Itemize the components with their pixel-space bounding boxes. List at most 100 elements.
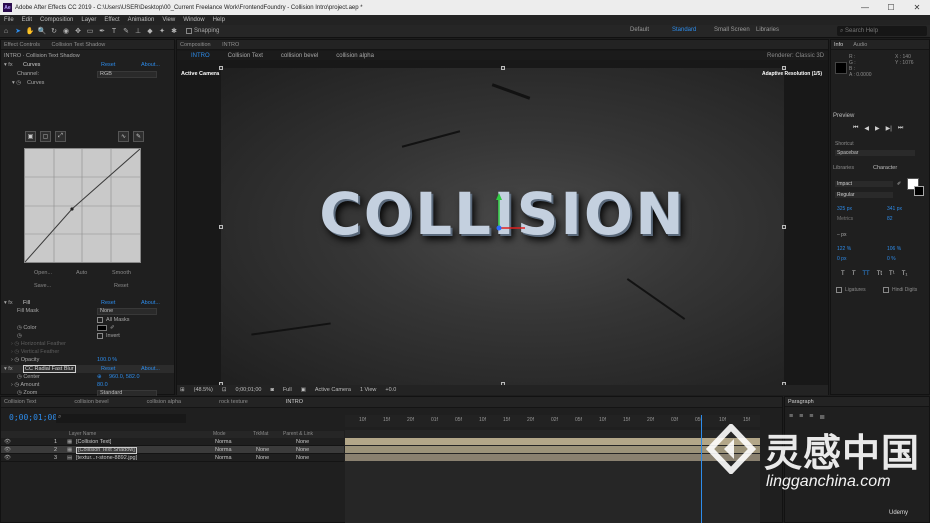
preview-title[interactable]: Preview bbox=[833, 113, 854, 119]
layer-handle[interactable] bbox=[501, 66, 505, 70]
selection-tool-icon[interactable]: ➤ bbox=[13, 26, 23, 36]
curve-rgb-button[interactable]: ▣ bbox=[25, 131, 36, 142]
play-icon[interactable]: ▶ bbox=[875, 125, 880, 132]
roto-brush-tool-icon[interactable]: ✦ bbox=[157, 26, 167, 36]
layer-handle[interactable] bbox=[782, 66, 786, 70]
breadcrumb-collision-text[interactable]: Collision Text bbox=[228, 53, 263, 59]
layer-handle[interactable] bbox=[782, 225, 786, 229]
cc-radial-effect-row[interactable]: ▾ fx CC Radial Fast Blur Reset About... bbox=[1, 365, 174, 373]
curve-bezier-button[interactable]: ▢ bbox=[40, 131, 51, 142]
visibility-eye-icon[interactable]: 👁 bbox=[4, 455, 11, 461]
layer-handle[interactable] bbox=[219, 225, 223, 229]
workspace-small-screen[interactable]: Small Screen bbox=[714, 27, 756, 33]
breadcrumb-collision-bevel[interactable]: collision bevel bbox=[281, 53, 318, 59]
menu-layer[interactable]: Layer bbox=[81, 17, 96, 23]
faux-italic-button[interactable]: T bbox=[852, 271, 856, 277]
invert-stopwatch-icon[interactable]: ◷ bbox=[17, 333, 22, 339]
ligatures-checkbox[interactable] bbox=[836, 287, 842, 293]
all-masks-checkbox[interactable] bbox=[97, 317, 103, 323]
transform-gizmo-icon[interactable] bbox=[493, 193, 533, 243]
first-frame-icon[interactable]: ⏮ bbox=[853, 125, 858, 132]
curves-open-button[interactable]: Open... bbox=[34, 270, 52, 276]
layer-parent[interactable]: None bbox=[296, 455, 309, 461]
hand-tool-icon[interactable]: ✋ bbox=[25, 26, 35, 36]
timeline-tab-collision-alpha[interactable]: collision alpha bbox=[147, 399, 182, 405]
pen-tool-icon[interactable]: ✒ bbox=[97, 26, 107, 36]
next-frame-icon[interactable]: ▶| bbox=[886, 125, 892, 132]
timeline-layer-row[interactable]: 👁 3 ▤ [textur...r-stone-8892.jpg] Norma … bbox=[1, 454, 344, 462]
all-caps-button[interactable]: TT bbox=[862, 271, 869, 277]
breadcrumb-collision-alpha[interactable]: collision alpha bbox=[336, 53, 374, 59]
amount-value[interactable]: 80.0 bbox=[97, 382, 108, 388]
tab-info[interactable]: Info bbox=[834, 42, 843, 48]
tsume-value[interactable]: 0 % bbox=[887, 256, 896, 262]
timeline-layer-row[interactable]: 👁 1 ▦ [Collision Text] Norma None bbox=[1, 438, 344, 446]
fill-expand-arrow-icon[interactable]: ▾ fx bbox=[4, 300, 13, 306]
close-button[interactable]: ✕ bbox=[904, 3, 930, 12]
brush-tool-icon[interactable]: ✎ bbox=[121, 26, 131, 36]
stroke-width-value[interactable]: – px bbox=[837, 232, 846, 238]
search-help-input[interactable]: ⌕ Search Help bbox=[837, 26, 927, 36]
curves-smooth-button[interactable]: Smooth bbox=[112, 270, 131, 276]
camera-view-dropdown[interactable]: Active Camera bbox=[315, 387, 351, 393]
vertical-scale-value[interactable]: 122 % bbox=[837, 246, 851, 252]
snapping-toggle[interactable]: Snapping bbox=[186, 28, 219, 34]
home-icon[interactable]: ⌂ bbox=[1, 26, 11, 36]
tab-audio[interactable]: Audio bbox=[853, 42, 867, 48]
text-stroke-color-swatch[interactable] bbox=[914, 186, 924, 196]
layer-name[interactable]: [textur...r-stone-8892.jpg] bbox=[76, 455, 137, 461]
grid-icon[interactable]: ⊡ bbox=[222, 387, 227, 393]
time-ruler[interactable]: 10f 15f 20f 01f 05f 10f 15f 20f 02f 05f 10f 15f 20f 0… bbox=[345, 415, 760, 427]
menu-help[interactable]: Help bbox=[213, 17, 225, 23]
timeline-tab-intro[interactable]: INTRO bbox=[286, 399, 303, 405]
timeline-layer-row[interactable]: 👁 2 ▦ [Collision Text Shadow] Norma None… bbox=[1, 446, 344, 454]
snapshot-icon[interactable]: ◙ bbox=[270, 387, 273, 393]
rectangle-tool-icon[interactable]: ▭ bbox=[85, 26, 95, 36]
hindi-digits-checkbox[interactable] bbox=[883, 287, 889, 293]
last-frame-icon[interactable]: ⏭ bbox=[898, 125, 903, 132]
shortcut-dropdown[interactable]: Spacebar bbox=[835, 150, 915, 156]
layer-trkmat[interactable]: None bbox=[256, 455, 269, 461]
layer-handle[interactable] bbox=[219, 66, 223, 70]
center-crosshair-icon[interactable]: ⊕ bbox=[97, 374, 102, 380]
cc-radial-about-link[interactable]: About... bbox=[141, 366, 160, 372]
curves-save-button[interactable]: Save... bbox=[34, 283, 51, 289]
expand-arrow-icon[interactable]: ▾ fx bbox=[4, 62, 13, 68]
curves-effect-row[interactable]: ▾ fx Curves Reset About... bbox=[1, 61, 174, 69]
font-style-dropdown[interactable]: Regular bbox=[835, 192, 893, 198]
curves-reset-link[interactable]: Reset bbox=[101, 62, 115, 68]
timeline-timecode[interactable]: 0;00;01;00 bbox=[9, 413, 57, 422]
breadcrumb-intro[interactable]: INTRO bbox=[191, 53, 210, 59]
cc-radial-expand-arrow-icon[interactable]: ▾ fx bbox=[4, 366, 13, 372]
resolution-dropdown[interactable]: Full bbox=[283, 387, 292, 393]
curve-spline-button[interactable]: ∿ bbox=[118, 131, 129, 142]
menu-edit[interactable]: Edit bbox=[22, 17, 32, 23]
timeline-search-input[interactable]: ⌕ bbox=[56, 414, 186, 423]
menu-file[interactable]: File bbox=[4, 17, 14, 23]
layer-mode[interactable]: Norma bbox=[215, 455, 232, 461]
composition-viewer[interactable]: COLLISION bbox=[221, 68, 784, 385]
zoom-tool-icon[interactable]: 🔍 bbox=[37, 26, 47, 36]
prev-frame-icon[interactable]: ◀ bbox=[864, 125, 869, 132]
subscript-button[interactable]: T₁ bbox=[902, 271, 908, 277]
menu-effect[interactable]: Effect bbox=[104, 17, 119, 23]
tab-character[interactable]: Character bbox=[873, 165, 897, 171]
magnification-dropdown[interactable]: (48.5%) bbox=[194, 387, 213, 393]
layer-mode[interactable]: Norma bbox=[215, 447, 232, 453]
menu-animation[interactable]: Animation bbox=[128, 17, 155, 23]
font-family-dropdown[interactable]: Impact bbox=[835, 181, 893, 187]
minimize-button[interactable]: — bbox=[852, 3, 878, 12]
current-time[interactable]: 0;00;01;00 bbox=[235, 387, 261, 393]
timeline-tab-rock-texture[interactable]: rock texture bbox=[219, 399, 248, 405]
fill-color-swatch[interactable] bbox=[97, 325, 107, 331]
camera-tool-icon[interactable]: ◉ bbox=[61, 26, 71, 36]
menu-view[interactable]: View bbox=[162, 17, 175, 23]
fill-reset-link[interactable]: Reset bbox=[101, 300, 115, 306]
eraser-tool-icon[interactable]: ◆ bbox=[145, 26, 155, 36]
tab-libraries[interactable]: Libraries bbox=[833, 165, 854, 171]
eyedropper-icon[interactable]: ✐ bbox=[110, 325, 115, 331]
curve-expand-button[interactable]: ⤢ bbox=[55, 131, 66, 142]
clone-stamp-tool-icon[interactable]: ⊥ bbox=[133, 26, 143, 36]
tracking-value[interactable]: 82 bbox=[887, 216, 893, 222]
stopwatch-icon[interactable]: ▾ ◷ bbox=[12, 80, 21, 86]
